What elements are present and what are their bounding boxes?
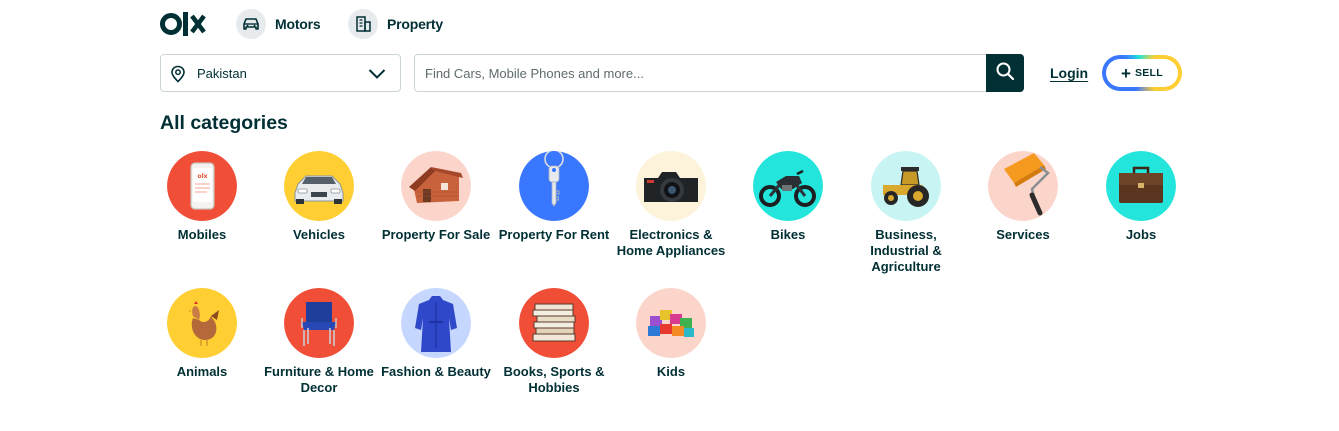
category-label: Vehicles [292,227,346,242]
olx-logo-icon [160,12,206,36]
sell-label: SELL [1134,67,1163,79]
category-label: Business, Industrial & Agriculture [870,227,942,274]
location-pin-icon [170,65,186,88]
books-icon [519,288,589,358]
nav-property-label: Property [387,16,443,32]
dress-icon [401,288,471,358]
sell-button-inner: + SELL [1106,59,1178,87]
category-label: Services [996,227,1050,242]
nav-motors-label: Motors [275,16,321,32]
category-business-industrial-agriculture[interactable]: Business, Industrial & Agriculture [847,151,965,275]
camera-icon [636,151,706,221]
car-icon [236,9,266,39]
chevron-down-icon [368,67,386,85]
location-value: Pakistan [197,65,247,81]
house-icon [401,151,471,221]
category-books-sports-hobbies[interactable]: Books, Sports & Hobbies [495,288,613,396]
category-bikes[interactable]: Bikes [729,151,847,243]
category-label: Electronics & Home Appliances [616,227,726,258]
tractor-icon [871,151,941,221]
briefcase-icon [1106,151,1176,221]
top-nav: Motors Property [160,8,443,40]
category-jobs[interactable]: Jobs [1082,151,1200,243]
paint-roller-icon [988,151,1058,221]
nav-property-link[interactable]: Property [348,9,443,39]
category-kids[interactable]: Kids [612,288,730,380]
category-label: Mobiles [177,227,227,242]
search-button[interactable] [986,54,1024,92]
category-animals[interactable]: Animals [143,288,261,380]
category-label: Jobs [1125,227,1157,242]
key-icon [519,151,589,221]
page-title: All categories [160,112,288,134]
search-input[interactable] [425,55,985,91]
search-icon [995,61,1015,86]
login-link[interactable]: Login [1050,65,1088,81]
category-label: Fashion & Beauty [381,364,491,379]
category-electronics-home-appliances[interactable]: Electronics & Home Appliances [612,151,730,259]
nav-motors-link[interactable]: Motors [236,9,321,39]
plus-icon: + [1121,63,1131,83]
car-icon [284,151,354,221]
search-bar [414,54,1024,92]
location-select[interactable]: Pakistan [160,54,401,92]
chair-icon [284,288,354,358]
olx-logo[interactable] [160,9,206,39]
mobile-phone-icon: olx [167,151,237,221]
svg-text:olx: olx [197,173,207,180]
category-furniture-home-decor[interactable]: Furniture & Home Decor [260,288,378,396]
category-vehicles[interactable]: Vehicles [260,151,378,243]
toy-blocks-icon [636,288,706,358]
category-label: Property For Rent [498,227,610,242]
building-icon [348,9,378,39]
category-label: Furniture & Home Decor [264,364,374,395]
category-label: Books, Sports & Hobbies [503,364,605,395]
category-fashion-beauty[interactable]: Fashion & Beauty [377,288,495,380]
category-label: Property For Sale [381,227,491,242]
category-label: Bikes [770,227,806,242]
category-property-for-rent[interactable]: Property For Rent [495,151,613,243]
hen-icon [167,288,237,358]
motorbike-icon [753,151,823,221]
category-services[interactable]: Services [964,151,1082,243]
category-mobiles[interactable]: olx Mobiles [143,151,261,243]
category-label: Kids [656,364,686,379]
category-label: Animals [176,364,228,379]
sell-button[interactable]: + SELL [1102,55,1182,91]
category-property-for-sale[interactable]: Property For Sale [377,151,495,243]
